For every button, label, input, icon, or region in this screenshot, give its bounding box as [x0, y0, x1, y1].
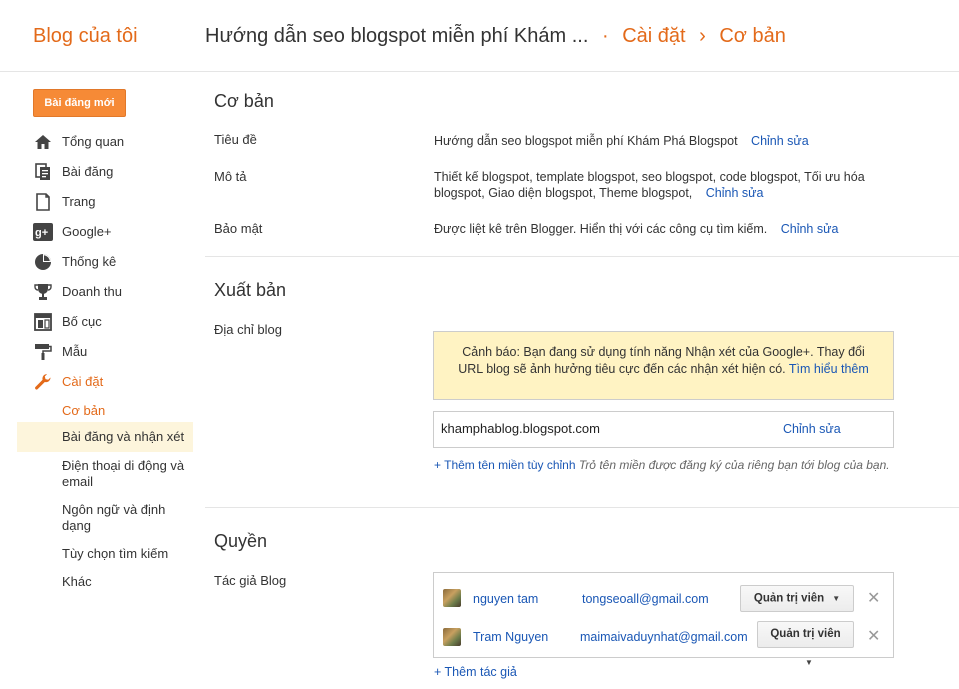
sidebar-item-label: Bố cục: [62, 314, 102, 329]
description-label: Mô tả: [214, 169, 247, 184]
edit-address-link[interactable]: Chỉnh sửa: [783, 422, 841, 436]
section-divider: [205, 507, 959, 508]
sidebar-item-label: Cài đặt: [62, 374, 104, 389]
sidebar-subitem-other[interactable]: Khác: [0, 568, 193, 596]
sidebar-item-overview[interactable]: Tổng quan: [0, 128, 193, 158]
sidebar-item-layout[interactable]: Bố cục: [0, 308, 193, 338]
author-row: nguyen tam tongseoall@gmail.com Quản trị…: [434, 577, 895, 617]
sidebar-item-label: Thống kê: [62, 254, 117, 269]
crumb-basic[interactable]: Cơ bản: [719, 25, 785, 47]
custom-domain-help-text: Trỏ tên miền được đăng ký của riêng bạn …: [578, 458, 890, 472]
breadcrumb: Hướng dẫn seo blogspot miễn phí Khám ...…: [205, 25, 786, 48]
breadcrumb-separator: ›: [699, 25, 706, 47]
blog-address-value: khamphablog.blogspot.com: [441, 421, 600, 436]
sidebar-nav: Tổng quan Bài đăng Trang g+ Google+ Thốn…: [0, 128, 193, 596]
add-author-link[interactable]: + Thêm tác giả: [434, 665, 517, 679]
edit-privacy-link[interactable]: Chỉnh sửa: [781, 222, 839, 236]
sidebar-item-google-plus[interactable]: g+ Google+: [0, 218, 193, 248]
author-email[interactable]: tongseoall@gmail.com: [582, 592, 709, 606]
remove-author-button[interactable]: ✕: [867, 588, 880, 608]
sidebar-item-template[interactable]: Mẫu: [0, 338, 193, 368]
blog-title-crumb[interactable]: Hướng dẫn seo blogspot miễn phí Khám ...: [205, 25, 588, 47]
home-icon: [33, 133, 53, 153]
sidebar-item-settings[interactable]: Cài đặt: [0, 368, 193, 398]
google-plus-icon: g+: [33, 223, 53, 243]
custom-domain-hint: + Thêm tên miền tùy chỉnh Trỏ tên miền đ…: [434, 457, 896, 473]
description-text: Thiết kế blogspot, template blogspot, se…: [434, 170, 865, 200]
role-label: Quản trị viên: [753, 592, 825, 605]
layout-icon: [33, 313, 53, 333]
new-post-button[interactable]: Bài đăng mới: [33, 89, 126, 117]
role-dropdown[interactable]: Quản trị viên ▼: [740, 585, 854, 612]
google-plus-warning: Cảnh báo: Bạn đang sử dụng tính năng Nhậ…: [433, 331, 894, 400]
section-divider: [205, 256, 959, 257]
section-title-basic: Cơ bản: [214, 91, 274, 111]
sidebar-item-stats[interactable]: Thống kê: [0, 248, 193, 278]
sidebar-subitem-posts-comments[interactable]: Bài đăng và nhận xét: [17, 422, 193, 452]
author-row: Tram Nguyen maimaivaduynhat@gmail.com Qu…: [434, 616, 895, 656]
top-bar: Blog của tôi Hướng dẫn seo blogspot miễn…: [0, 0, 959, 72]
paint-roller-icon: [33, 343, 53, 363]
sidebar-item-label: Google+: [62, 224, 112, 239]
svg-text:g+: g+: [35, 227, 48, 239]
sidebar-subitem-language-format[interactable]: Ngôn ngữ và định dạng: [0, 496, 193, 540]
author-email[interactable]: maimaivaduynhat@gmail.com: [580, 630, 748, 644]
authors-list: nguyen tam tongseoall@gmail.com Quản trị…: [433, 572, 894, 658]
blog-address-box: khamphablog.blogspot.com Chỉnh sửa: [433, 411, 894, 448]
breadcrumb-separator: ·: [601, 25, 609, 47]
section-title-publishing: Xuất bản: [214, 280, 287, 300]
role-label: Quản trị viên: [770, 628, 841, 640]
avatar: [443, 628, 461, 646]
sidebar-item-earnings[interactable]: Doanh thu: [0, 278, 193, 308]
sidebar-subitem-mobile-email[interactable]: Điện thoại di động và email: [0, 452, 193, 496]
trophy-icon: [33, 283, 53, 303]
sidebar-item-label: Tổng quan: [62, 134, 125, 149]
edit-title-link[interactable]: Chỉnh sửa: [751, 134, 809, 148]
pages-icon: [33, 193, 53, 213]
learn-more-link[interactable]: Tìm hiểu thêm: [789, 362, 869, 376]
privacy-label: Bảo mật: [214, 221, 263, 236]
author-name[interactable]: nguyen tam: [473, 592, 538, 606]
stats-pie-icon: [33, 253, 53, 273]
posts-icon: [33, 163, 53, 183]
sidebar-item-label: Mẫu: [62, 344, 88, 359]
sidebar-item-posts[interactable]: Bài đăng: [0, 158, 193, 188]
my-blogs-link[interactable]: Blog của tôi: [33, 25, 138, 48]
chevron-down-icon[interactable]: ▼: [805, 658, 813, 667]
sidebar-item-label: Doanh thu: [62, 284, 122, 299]
title-text: Hướng dẫn seo blogspot miễn phí Khám Phá…: [434, 134, 738, 148]
title-value: Hướng dẫn seo blogspot miễn phí Khám Phá…: [434, 133, 809, 149]
sidebar-subitem-basic[interactable]: Cơ bản: [0, 398, 193, 422]
wrench-icon: [33, 373, 53, 393]
add-custom-domain-link[interactable]: + Thêm tên miền tùy chỉnh: [434, 458, 576, 472]
edit-description-link[interactable]: Chỉnh sửa: [706, 186, 764, 200]
privacy-value: Được liệt kê trên Blogger. Hiển thị với …: [434, 221, 838, 237]
crumb-settings[interactable]: Cài đặt: [622, 25, 685, 47]
blog-authors-label: Tác giả Blog: [214, 573, 287, 588]
description-value: Thiết kế blogspot, template blogspot, se…: [434, 169, 894, 201]
role-dropdown[interactable]: Quản trị viên: [757, 621, 854, 648]
blog-address-label: Địa chỉ blog: [214, 322, 282, 337]
chevron-down-icon: ▼: [832, 594, 841, 603]
avatar: [443, 589, 461, 607]
sidebar-item-label: Trang: [62, 194, 96, 209]
remove-author-button[interactable]: ✕: [867, 626, 880, 646]
title-label: Tiêu đề: [214, 132, 257, 147]
sidebar-item-pages[interactable]: Trang: [0, 188, 193, 218]
sidebar-item-label: Bài đăng: [62, 164, 114, 179]
section-title-permissions: Quyền: [214, 531, 268, 551]
sidebar-subitem-search-preferences[interactable]: Tùy chọn tìm kiếm: [0, 540, 193, 568]
author-name[interactable]: Tram Nguyen: [473, 630, 548, 644]
privacy-text: Được liệt kê trên Blogger. Hiển thị với …: [434, 222, 768, 236]
